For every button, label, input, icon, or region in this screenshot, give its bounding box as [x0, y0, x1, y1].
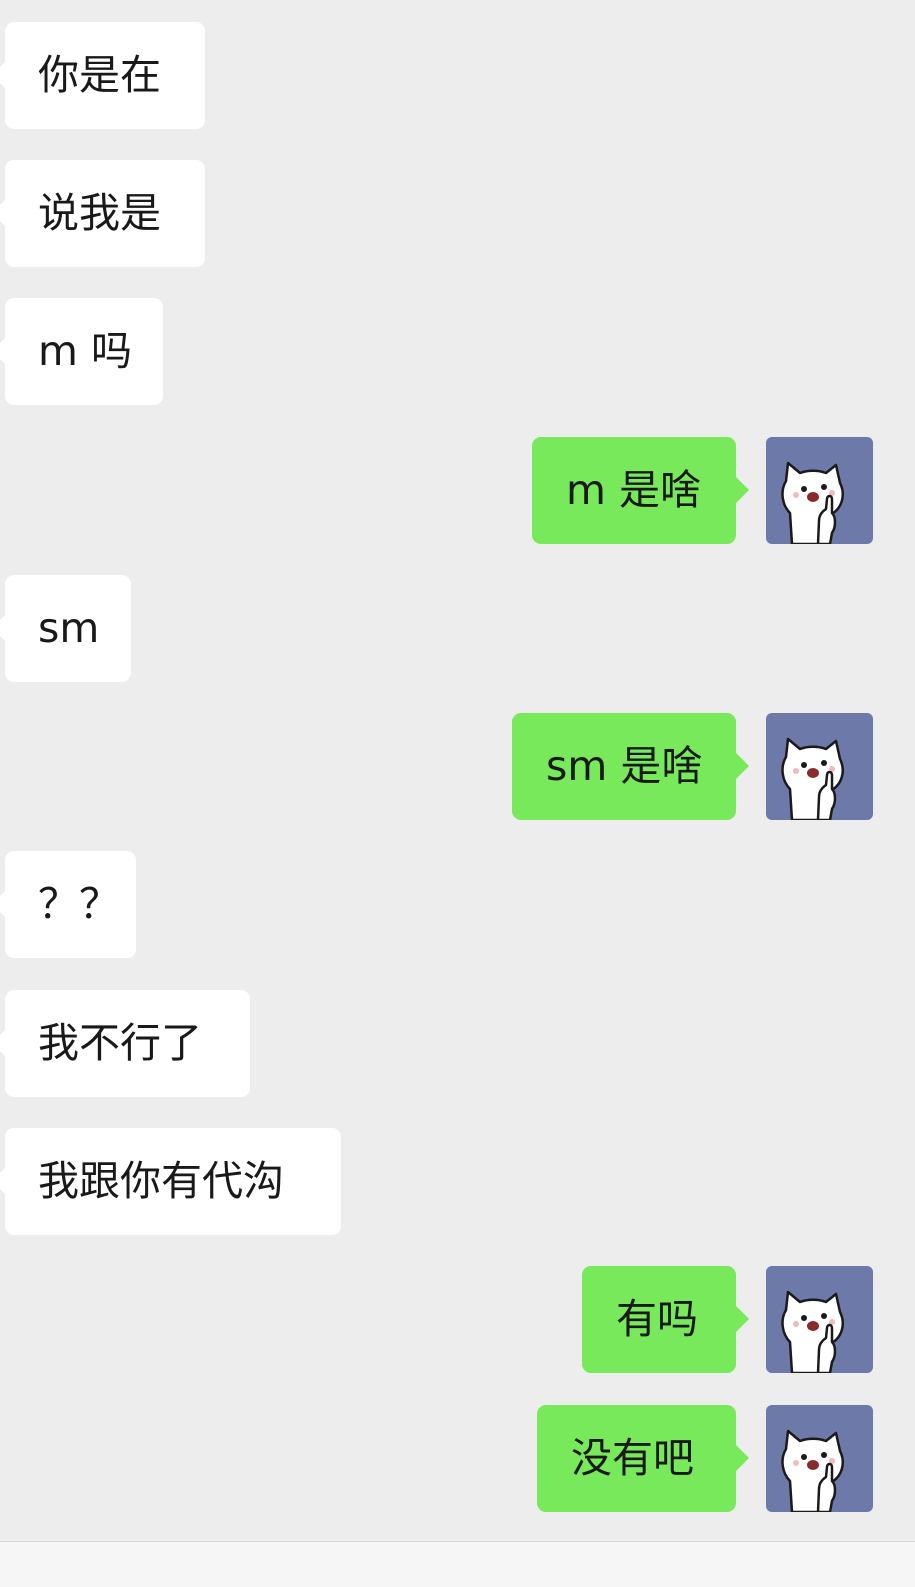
message-row-outgoing: m 是啥 — [532, 437, 873, 544]
message-text: 我不行了 — [38, 1019, 202, 1067]
message-row-outgoing: 有吗 — [582, 1266, 873, 1373]
message-text: m 是啥 — [566, 466, 701, 514]
message-bubble-outgoing[interactable]: sm 是啥 — [512, 713, 749, 820]
bubble-tail — [0, 1167, 6, 1195]
bubble-tail — [735, 476, 749, 504]
bubble-tail — [0, 199, 6, 227]
cat-avatar-icon[interactable] — [766, 1405, 873, 1512]
message-bubble-incoming[interactable]: m 吗 — [0, 298, 163, 405]
bubble-tail — [735, 1305, 749, 1333]
message-row-outgoing: sm 是啥 — [512, 713, 873, 820]
message-row-outgoing: 没有吧 — [537, 1405, 873, 1512]
message-text: ？？ — [38, 880, 120, 928]
message-text: 有吗 — [616, 1295, 698, 1343]
cat-avatar-icon-graphic — [781, 1290, 844, 1373]
cat-avatar-icon[interactable] — [766, 713, 873, 820]
cat-avatar-icon-graphic — [781, 1429, 844, 1512]
bubble-tail — [735, 752, 749, 780]
bubble-tail — [735, 1444, 749, 1472]
bubble-tail — [0, 1029, 6, 1057]
cat-avatar-icon-graphic — [781, 737, 844, 820]
message-bubble-incoming[interactable]: 说我是 — [0, 160, 205, 267]
cat-avatar-icon[interactable] — [766, 1266, 873, 1373]
message-text: 没有吧 — [571, 1434, 694, 1482]
input-bar — [0, 1542, 915, 1587]
cat-avatar-icon-graphic — [781, 461, 844, 544]
cat-avatar-icon[interactable] — [766, 437, 873, 544]
message-text: 你是在 — [38, 51, 161, 99]
message-text: 说我是 — [38, 189, 161, 237]
message-text: m 吗 — [38, 327, 132, 375]
message-bubble-incoming[interactable]: ？？ — [0, 851, 136, 958]
bubble-tail — [0, 890, 6, 918]
message-text: 我跟你有代沟 — [38, 1157, 284, 1205]
bubble-tail — [0, 614, 6, 642]
message-bubble-incoming[interactable]: sm — [0, 575, 131, 682]
message-text: sm 是啥 — [546, 742, 703, 790]
chat-message-list[interactable]: 你是在 说我是 m 吗 m 是啥 sm sm 是啥 ？？ 我不行了 我跟你有代沟… — [0, 0, 915, 1587]
message-bubble-outgoing[interactable]: 有吗 — [582, 1266, 749, 1373]
message-bubble-outgoing[interactable]: 没有吧 — [537, 1405, 749, 1512]
message-bubble-outgoing[interactable]: m 是啥 — [532, 437, 749, 544]
bubble-tail — [0, 61, 6, 89]
bubble-tail — [0, 337, 6, 365]
message-bubble-incoming[interactable]: 我跟你有代沟 — [0, 1128, 341, 1235]
message-text: sm — [38, 604, 100, 652]
message-bubble-incoming[interactable]: 我不行了 — [0, 990, 250, 1097]
message-bubble-incoming[interactable]: 你是在 — [0, 22, 205, 129]
